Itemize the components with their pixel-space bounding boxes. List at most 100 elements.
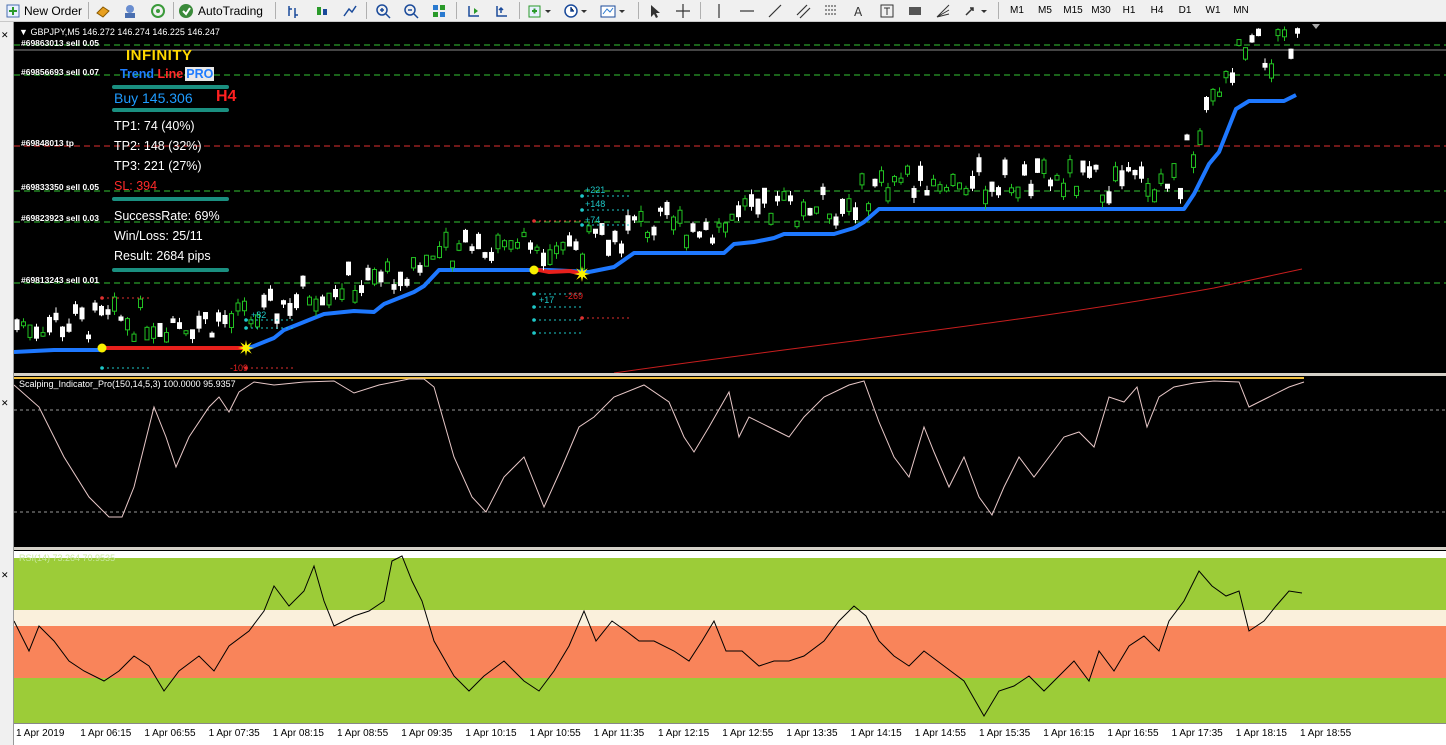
text-label-icon[interactable] xyxy=(879,1,897,20)
candle-body xyxy=(14,319,20,331)
chart-shift-icon[interactable] xyxy=(466,1,484,20)
periods-dropdown-icon[interactable] xyxy=(563,1,591,20)
signal-timeframe: H4 xyxy=(216,88,237,105)
timeframe-h4[interactable]: H4 xyxy=(1145,1,1169,20)
order-line-label: #69863013 sell 0.05 xyxy=(21,38,99,48)
pane-divider[interactable] xyxy=(14,547,1446,550)
equidistant-channel-icon[interactable] xyxy=(795,1,813,20)
timeframe-h1[interactable]: H1 xyxy=(1117,1,1141,20)
candle-body xyxy=(99,305,104,316)
pane-divider[interactable] xyxy=(14,373,1446,376)
autotrading-button[interactable]: AutoTrading xyxy=(178,1,263,20)
candle-body xyxy=(892,176,897,183)
candle-body xyxy=(495,234,501,250)
rsi-pane[interactable]: RSI(14) 73.264 70.9535 xyxy=(14,551,1446,723)
timeframe-m1[interactable]: M1 xyxy=(1005,1,1029,20)
annotation-plus17: +17 xyxy=(539,295,555,305)
signal-dot xyxy=(97,343,107,353)
candle-body xyxy=(528,242,533,250)
candle-body xyxy=(47,316,52,333)
annotation-plus148: +148 xyxy=(585,199,606,209)
candle-body xyxy=(1223,70,1229,79)
price-chart-pane[interactable]: ▼ GBPJPY,M5 146.272 146.274 146.225 146.… xyxy=(14,24,1446,373)
zoom-out-icon[interactable] xyxy=(403,1,421,20)
candle-body xyxy=(1054,174,1060,181)
candle-body xyxy=(378,271,384,283)
timeframe-d1[interactable]: D1 xyxy=(1173,1,1197,20)
candle-body xyxy=(820,186,826,196)
scalping-indicator-pane[interactable]: Scalping_Indicator_Pro(150,14,5,3) 100.0… xyxy=(14,377,1446,547)
time-axis-label: 1 Apr 16:15 xyxy=(1043,728,1095,739)
fibonacci-icon[interactable] xyxy=(823,1,841,20)
brand-line: Line xyxy=(157,67,184,81)
options-icon[interactable] xyxy=(122,1,140,20)
timeframe-m5[interactable]: M5 xyxy=(1033,1,1057,20)
order-line-label: #69823923 sell 0.03 xyxy=(21,213,99,223)
candle-body xyxy=(417,265,423,273)
bar-chart-icon[interactable] xyxy=(286,1,304,20)
candle-body xyxy=(840,198,845,214)
pane-collapse-icon[interactable]: ✕ xyxy=(1,30,9,41)
autotrading-label: AutoTrading xyxy=(198,3,263,18)
tile-windows-icon[interactable] xyxy=(431,1,449,20)
rsi-overbought-zone xyxy=(14,558,1446,610)
candle-body xyxy=(853,207,858,221)
candle-body xyxy=(521,231,527,238)
rectangle-icon[interactable] xyxy=(907,1,925,20)
new-order-button[interactable]: New Order xyxy=(6,1,82,20)
time-axis-label: 1 Apr 12:55 xyxy=(722,728,774,739)
trendline-icon[interactable] xyxy=(767,1,785,20)
candle-body xyxy=(151,326,156,339)
indicators-dropdown-icon[interactable] xyxy=(527,1,555,20)
templates-dropdown-icon[interactable] xyxy=(599,1,629,20)
candle-body xyxy=(73,304,78,314)
cursor-icon[interactable] xyxy=(647,1,665,20)
pane-collapse-icon[interactable]: ✕ xyxy=(1,398,9,409)
candle-body xyxy=(560,241,566,251)
fibo-fan-icon[interactable] xyxy=(935,1,953,20)
candlestick-chart-icon[interactable] xyxy=(314,1,332,20)
candle-body xyxy=(567,235,572,247)
signals-icon[interactable] xyxy=(150,1,168,20)
arrows-dropdown-icon[interactable] xyxy=(963,1,991,20)
candle-body xyxy=(1288,48,1294,59)
history-center-icon[interactable] xyxy=(95,1,113,20)
candle-body xyxy=(1243,47,1248,60)
collapse-triangle-icon[interactable]: ▼ xyxy=(19,27,28,37)
vertical-line-icon[interactable] xyxy=(711,1,729,20)
auto-scroll-icon[interactable] xyxy=(494,1,512,20)
candle-body xyxy=(235,302,241,312)
crosshair-icon[interactable] xyxy=(675,1,693,20)
candle-body xyxy=(768,212,774,225)
zoom-in-icon[interactable] xyxy=(375,1,393,20)
win-loss-text: Win/Loss: 25/11 xyxy=(114,229,203,243)
candle-body xyxy=(645,231,650,239)
time-axis-label: 1 Apr 06:55 xyxy=(144,728,196,739)
candle-body xyxy=(1113,166,1118,182)
candle-body xyxy=(404,278,410,286)
timeframe-m15[interactable]: M15 xyxy=(1061,1,1085,20)
candle-body xyxy=(736,205,741,218)
text-icon[interactable]: A xyxy=(851,1,869,20)
candle-body xyxy=(170,318,176,324)
annotation-plus221: +221 xyxy=(585,185,606,195)
candle-body xyxy=(1028,183,1034,197)
timeframe-mn[interactable]: MN xyxy=(1229,1,1253,20)
toolbar-separator xyxy=(638,2,639,19)
candle-body xyxy=(1204,97,1209,111)
horizontal-line-icon[interactable] xyxy=(739,1,757,20)
order-line-label: #69833350 sell 0.05 xyxy=(21,182,99,192)
pane-collapse-icon[interactable]: ✕ xyxy=(1,570,9,581)
timeframe-w1[interactable]: W1 xyxy=(1201,1,1225,20)
time-axis-label: 1 Apr 13:35 xyxy=(786,728,838,739)
candle-body xyxy=(411,257,416,269)
timeframe-m30[interactable]: M30 xyxy=(1089,1,1113,20)
signal-text: Buy 145.306 xyxy=(114,90,193,106)
symbol-header: ▼ GBPJPY,M5 146.272 146.274 146.225 146.… xyxy=(19,27,220,37)
line-chart-icon[interactable] xyxy=(342,1,360,20)
moving-average-line xyxy=(613,268,1303,373)
time-axis-label: 1 Apr 14:15 xyxy=(850,728,902,739)
brand-subtitle: Trend Line PRO xyxy=(120,67,215,81)
level-dot xyxy=(580,194,584,198)
candle-body xyxy=(287,303,293,316)
